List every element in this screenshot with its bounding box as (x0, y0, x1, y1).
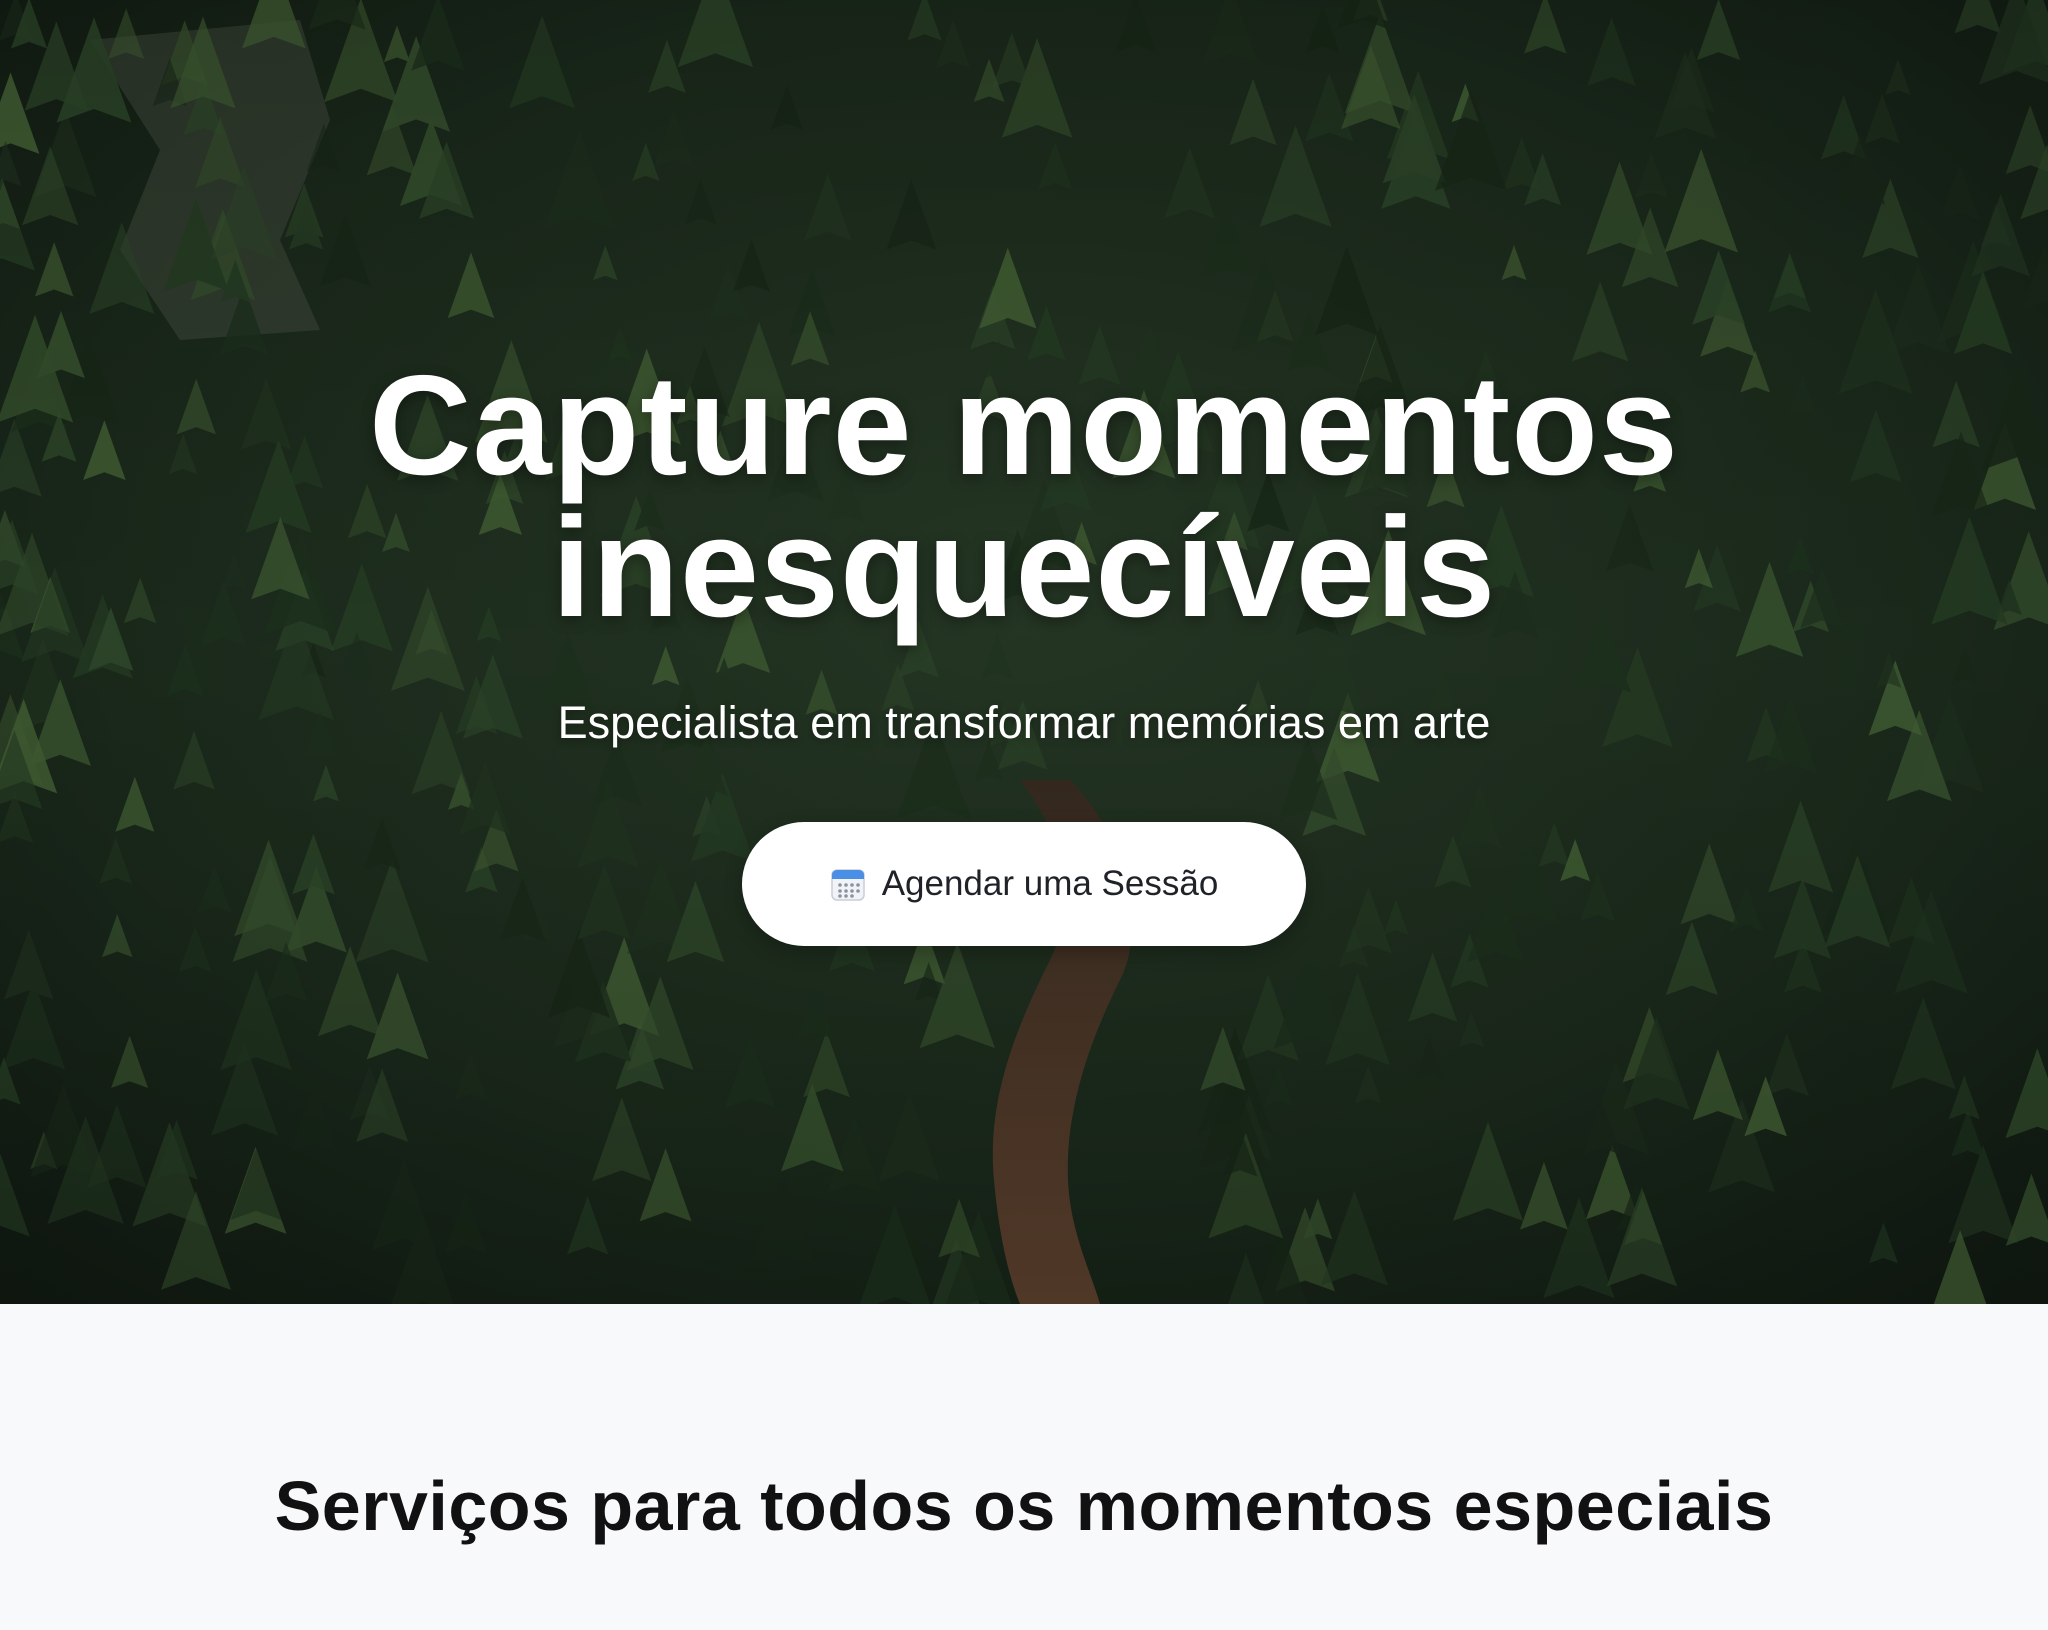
services-section: Serviços para todos os momentos especiai… (0, 1304, 2048, 1630)
hero-title-line-2: inesquecíveis (551, 488, 1497, 647)
hero-title-line-1: Capture momentos (369, 346, 1679, 505)
schedule-session-button[interactable]: Agendar uma Sessão (742, 822, 1306, 946)
schedule-session-label: Agendar uma Sessão (881, 864, 1219, 903)
services-heading: Serviços para todos os momentos especiai… (274, 1467, 1774, 1545)
hero-content: Capture momentos inesquecíveis Especiali… (0, 0, 2048, 1304)
hero-subtitle: Especialista em transformar memórias em … (557, 697, 1491, 748)
hero-title: Capture momentos inesquecíveis (0, 355, 2048, 639)
hero-section: Capture momentos inesquecíveis Especiali… (0, 0, 2048, 1304)
calendar-icon (830, 869, 865, 901)
